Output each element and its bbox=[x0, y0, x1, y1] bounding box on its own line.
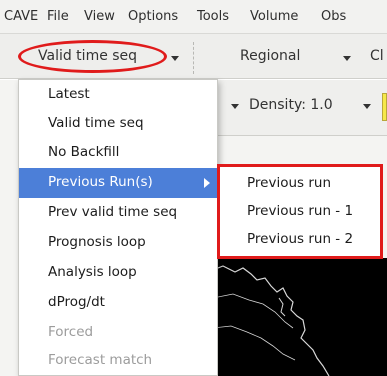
menu-item-label: No Backfill bbox=[48, 144, 120, 160]
menu-item-previous-runs[interactable]: Previous Run(s) bbox=[19, 168, 217, 198]
menu-item-label: Prognosis loop bbox=[48, 234, 146, 250]
scale-combo[interactable]: Regional bbox=[240, 48, 300, 64]
menu-item-valid-time-seq[interactable]: Valid time seq bbox=[19, 109, 217, 139]
menu-bar: CAVE File View Options Tools Volume Obs bbox=[0, 0, 387, 34]
chevron-down-icon[interactable] bbox=[231, 104, 239, 109]
annotation-ellipse bbox=[18, 40, 167, 73]
menu-item-label: Analysis loop bbox=[48, 264, 137, 280]
submenu-item-previous-run[interactable]: Previous run bbox=[220, 170, 380, 198]
menu-item-no-backfill[interactable]: No Backfill bbox=[19, 138, 217, 168]
display-toolbar: Density: 1.0 bbox=[213, 80, 387, 136]
chevron-right-icon bbox=[204, 178, 210, 188]
submenu-item-label: Previous run - 1 bbox=[247, 203, 354, 219]
submenu-item-label: Previous run bbox=[247, 175, 332, 191]
chevron-down-icon[interactable] bbox=[171, 56, 179, 61]
map-display[interactable] bbox=[213, 258, 387, 376]
density-combo[interactable]: Density: 1.0 bbox=[249, 97, 333, 113]
chevron-down-icon[interactable] bbox=[363, 104, 371, 109]
menu-item-forecast-match: Forecast match bbox=[19, 346, 217, 376]
state-border bbox=[213, 325, 296, 361]
menu-item-label: Forced bbox=[48, 324, 94, 340]
menu-options[interactable]: Options bbox=[128, 9, 178, 24]
frame-mode-dropdown: Latest Valid time seq No Backfill Previo… bbox=[18, 79, 218, 376]
submenu-item-previous-run-2[interactable]: Previous run - 2 bbox=[220, 226, 380, 254]
submenu-item-previous-run-1[interactable]: Previous run - 1 bbox=[220, 198, 380, 226]
left-panel bbox=[0, 80, 18, 376]
toolbar-separator bbox=[193, 42, 194, 74]
coastline-map bbox=[213, 265, 330, 376]
menu-item-label: dProg/dt bbox=[48, 294, 105, 310]
menu-view[interactable]: View bbox=[84, 9, 115, 24]
chevron-down-icon[interactable] bbox=[343, 56, 351, 61]
previous-runs-submenu: Previous run Previous run - 1 Previous r… bbox=[217, 164, 383, 259]
color-swatch[interactable] bbox=[382, 93, 387, 121]
menu-cave[interactable]: CAVE bbox=[4, 9, 38, 24]
menu-obs[interactable]: Obs bbox=[321, 9, 346, 24]
toolbar-partial-item[interactable]: Cl bbox=[370, 48, 384, 64]
menu-item-label: Valid time seq bbox=[48, 115, 144, 131]
menu-item-analysis-loop[interactable]: Analysis loop bbox=[19, 258, 217, 288]
menu-item-latest[interactable]: Latest bbox=[19, 80, 217, 110]
menu-item-prognosis-loop[interactable]: Prognosis loop bbox=[19, 228, 217, 258]
submenu-item-label: Previous run - 2 bbox=[247, 231, 354, 247]
menu-volume[interactable]: Volume bbox=[250, 9, 298, 24]
coastline bbox=[213, 265, 330, 376]
menu-item-label: Prev valid time seq bbox=[48, 204, 178, 220]
menu-item-dprog-dt[interactable]: dProg/dt bbox=[19, 288, 217, 318]
menu-tools[interactable]: Tools bbox=[197, 9, 229, 24]
coastline bbox=[278, 297, 286, 317]
menu-item-prev-valid-time-seq[interactable]: Prev valid time seq bbox=[19, 198, 217, 228]
menu-item-label: Latest bbox=[48, 86, 90, 102]
menu-item-label: Forecast match bbox=[48, 352, 153, 368]
menu-item-label: Previous Run(s) bbox=[48, 174, 153, 190]
menu-file[interactable]: File bbox=[47, 9, 69, 24]
menu-item-forced: Forced bbox=[19, 318, 217, 348]
